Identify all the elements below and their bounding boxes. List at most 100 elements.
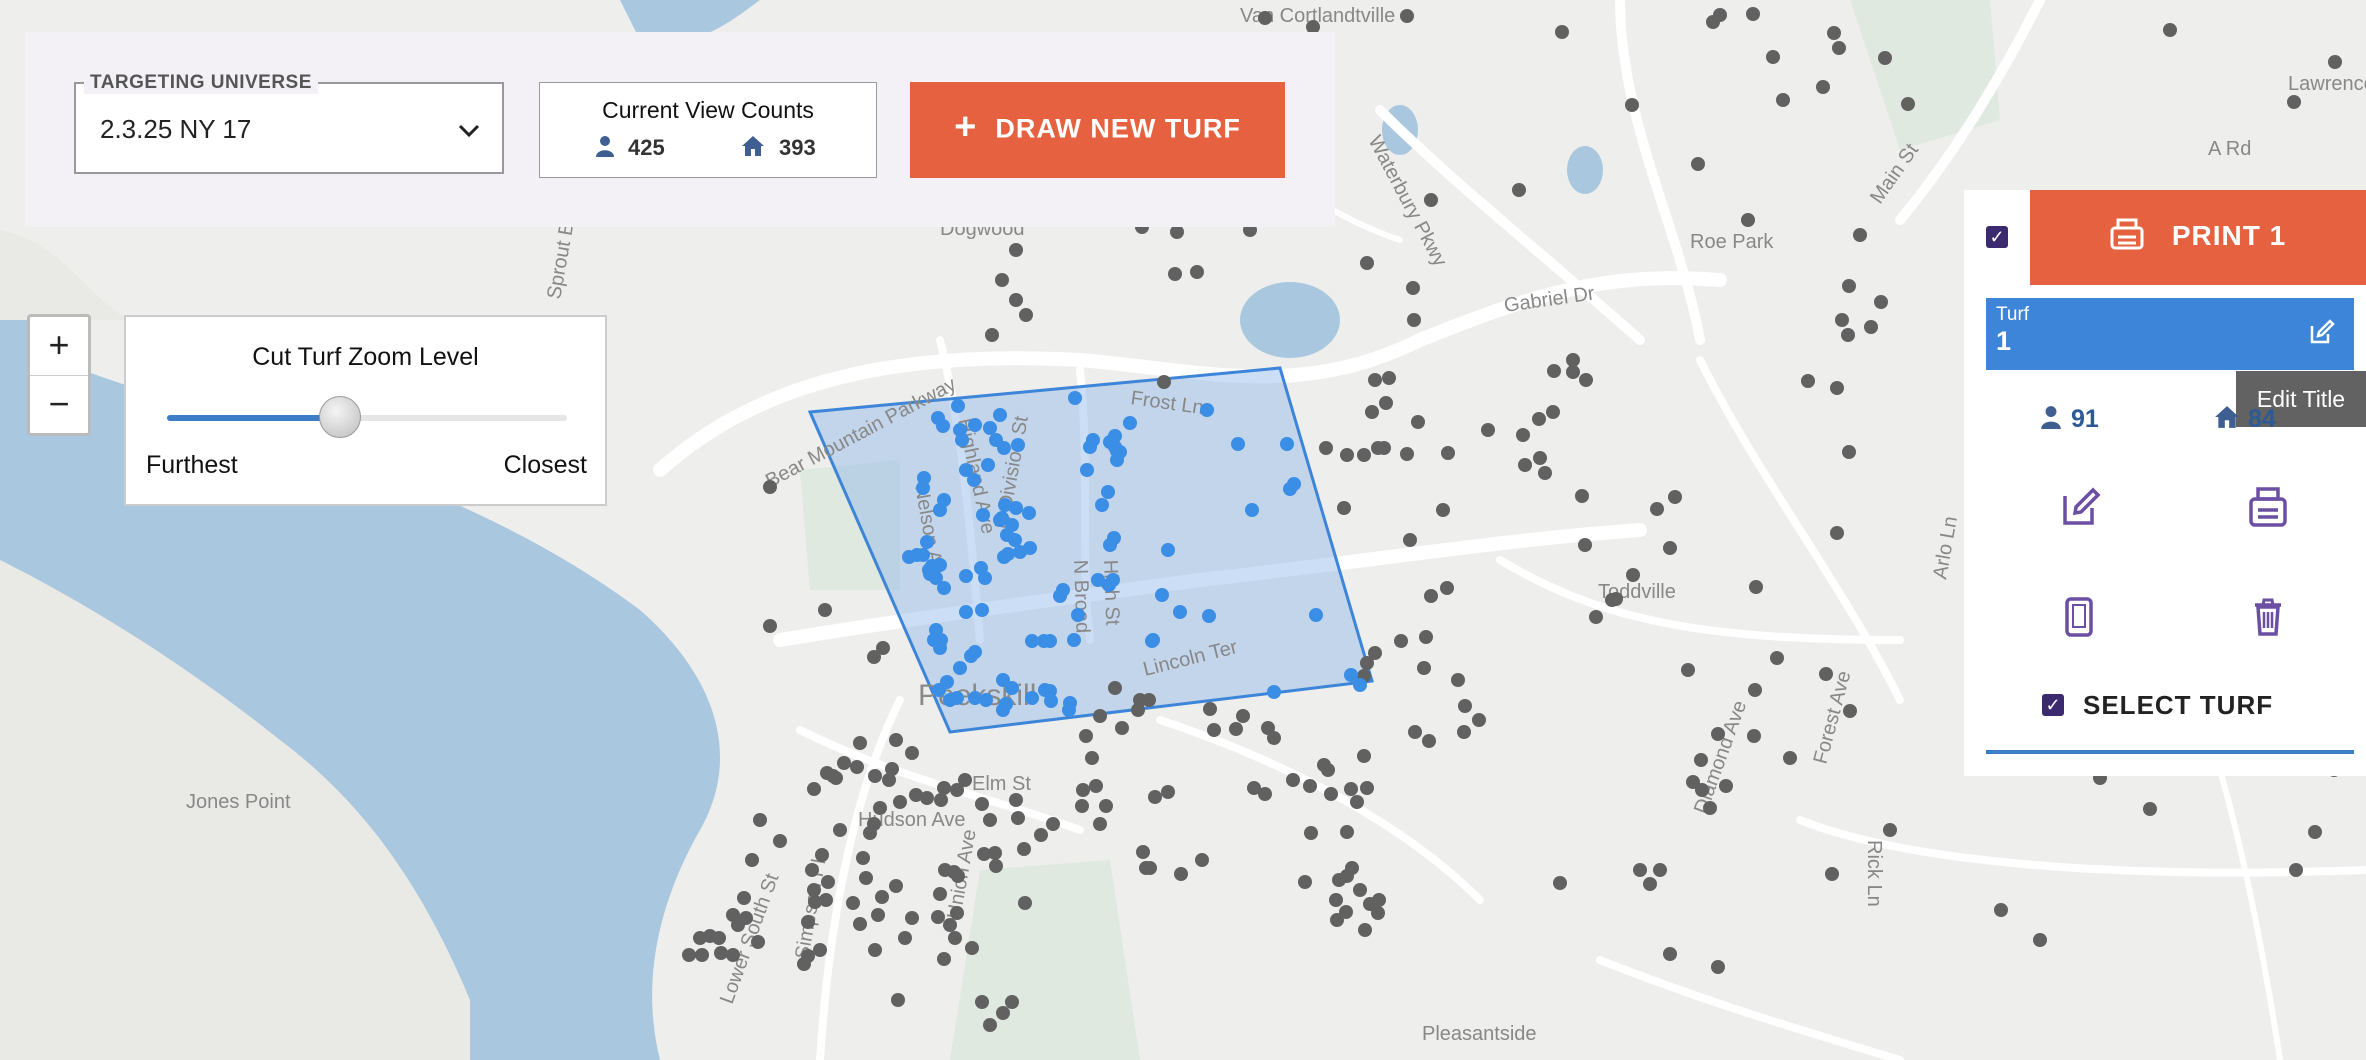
map-label: Lawrence F — [2288, 73, 2366, 95]
turf-voter-point — [1280, 437, 1294, 451]
voter-point — [1748, 683, 1762, 697]
voter-point — [1337, 501, 1351, 515]
select-turf-checkbox[interactable]: ✓ — [2042, 694, 2064, 716]
voter-point — [1229, 722, 1243, 736]
voter-point — [873, 801, 887, 815]
voter-point — [1075, 799, 1089, 813]
voter-point — [1749, 580, 1763, 594]
voter-point — [931, 910, 945, 924]
voter-point — [1575, 489, 1589, 503]
voter-point — [682, 948, 696, 962]
map-label: Pleasantside — [1422, 1023, 1537, 1045]
edit-turf-icon[interactable] — [2060, 486, 2102, 533]
voter-point — [938, 863, 952, 877]
turf-voter-point — [1123, 416, 1137, 430]
voter-point — [934, 793, 948, 807]
turf-voter-point — [1023, 541, 1037, 555]
plus-icon: + — [954, 105, 978, 148]
voter-point — [801, 915, 815, 929]
voter-point — [1663, 541, 1677, 555]
turf-voter-point — [1083, 440, 1097, 454]
turf-voter-point — [1062, 703, 1076, 717]
turf-voter-point — [1107, 531, 1121, 545]
voter-point — [1626, 568, 1640, 582]
turf-voter-point — [993, 408, 1007, 422]
voter-point — [1079, 729, 1093, 743]
voter-point — [1382, 371, 1396, 385]
zoom-out-button[interactable]: − — [30, 376, 88, 434]
voter-point — [1148, 790, 1162, 804]
voter-point — [983, 1018, 997, 1032]
turf-household-stat: 84 — [2214, 405, 2276, 436]
printer-icon[interactable] — [2248, 486, 2288, 533]
printer-icon — [2110, 218, 2144, 257]
turf-voter-point — [959, 569, 973, 583]
voter-point — [1994, 903, 2008, 917]
turf-voter-point — [1110, 444, 1124, 458]
voter-point — [1436, 503, 1450, 517]
voter-point — [937, 952, 951, 966]
voter-point — [1329, 893, 1343, 907]
voter-point — [850, 760, 864, 774]
edit-title-icon[interactable] — [2308, 318, 2336, 351]
turf-voter-point — [1309, 608, 1323, 622]
voter-point — [1408, 725, 1422, 739]
print-button[interactable]: PRINT 1 — [2030, 190, 2366, 285]
voter-point — [2033, 933, 2047, 947]
draw-new-turf-button[interactable]: + DRAW NEW TURF — [910, 82, 1285, 178]
voter-point — [1321, 763, 1335, 777]
turf-voter-point — [1068, 391, 1082, 405]
voter-point — [891, 993, 905, 1007]
turf-voter-point — [1145, 634, 1159, 648]
cut-turf-zoom-title: Cut Turf Zoom Level — [252, 343, 479, 371]
turf-voter-point — [943, 693, 957, 707]
turf-voter-point — [959, 463, 973, 477]
voter-point — [1394, 634, 1408, 648]
voter-point — [1835, 313, 1849, 327]
targeting-universe-select[interactable]: TARGETING UNIVERSE 2.3.25 NY 17 — [74, 72, 504, 174]
turf-voter-point — [955, 433, 969, 447]
voter-point — [1547, 364, 1561, 378]
select-all-checkbox[interactable]: ✓ — [1986, 226, 2008, 248]
voter-point — [1340, 448, 1354, 462]
voter-point — [1663, 947, 1677, 961]
turf-voter-point — [1173, 605, 1187, 619]
turf-voter-point — [1071, 608, 1085, 622]
voter-point — [1286, 773, 1300, 787]
voter-point — [815, 848, 829, 862]
voter-point — [1046, 817, 1060, 831]
voter-point — [1076, 783, 1090, 797]
slider-max-label: Closest — [503, 451, 587, 479]
zoom-in-button[interactable]: + — [30, 317, 88, 376]
voter-point — [933, 887, 947, 901]
turf-voter-point — [1283, 482, 1297, 496]
turf-voter-point — [976, 508, 990, 522]
voter-point — [1878, 51, 1892, 65]
voter-point — [1830, 526, 1844, 540]
voter-point — [1174, 867, 1188, 881]
mobile-icon[interactable] — [2064, 597, 2094, 642]
turf-voter-point — [978, 571, 992, 585]
household-count: 393 — [779, 135, 816, 160]
turf-voter-point — [983, 421, 997, 435]
slider-thumb[interactable] — [319, 396, 361, 438]
voter-point — [1406, 281, 1420, 295]
voter-point — [1005, 995, 1019, 1009]
voter-point — [1713, 8, 1727, 22]
pond — [1567, 146, 1603, 194]
voter-point — [893, 795, 907, 809]
voter-point — [1668, 490, 1682, 504]
home-icon — [2214, 405, 2240, 436]
zoom-level-slider[interactable] — [167, 396, 567, 438]
voter-point — [1566, 365, 1580, 379]
voter-point — [1747, 729, 1761, 743]
voter-point — [1360, 781, 1374, 795]
trash-icon[interactable] — [2252, 597, 2284, 642]
draw-new-turf-label: DRAW NEW TURF — [995, 113, 1241, 144]
voter-point — [951, 869, 965, 883]
voter-point — [1236, 709, 1250, 723]
voter-point — [1566, 353, 1580, 367]
voter-point — [1363, 897, 1377, 911]
voter-point — [695, 948, 709, 962]
turf-voter-point — [1202, 609, 1216, 623]
